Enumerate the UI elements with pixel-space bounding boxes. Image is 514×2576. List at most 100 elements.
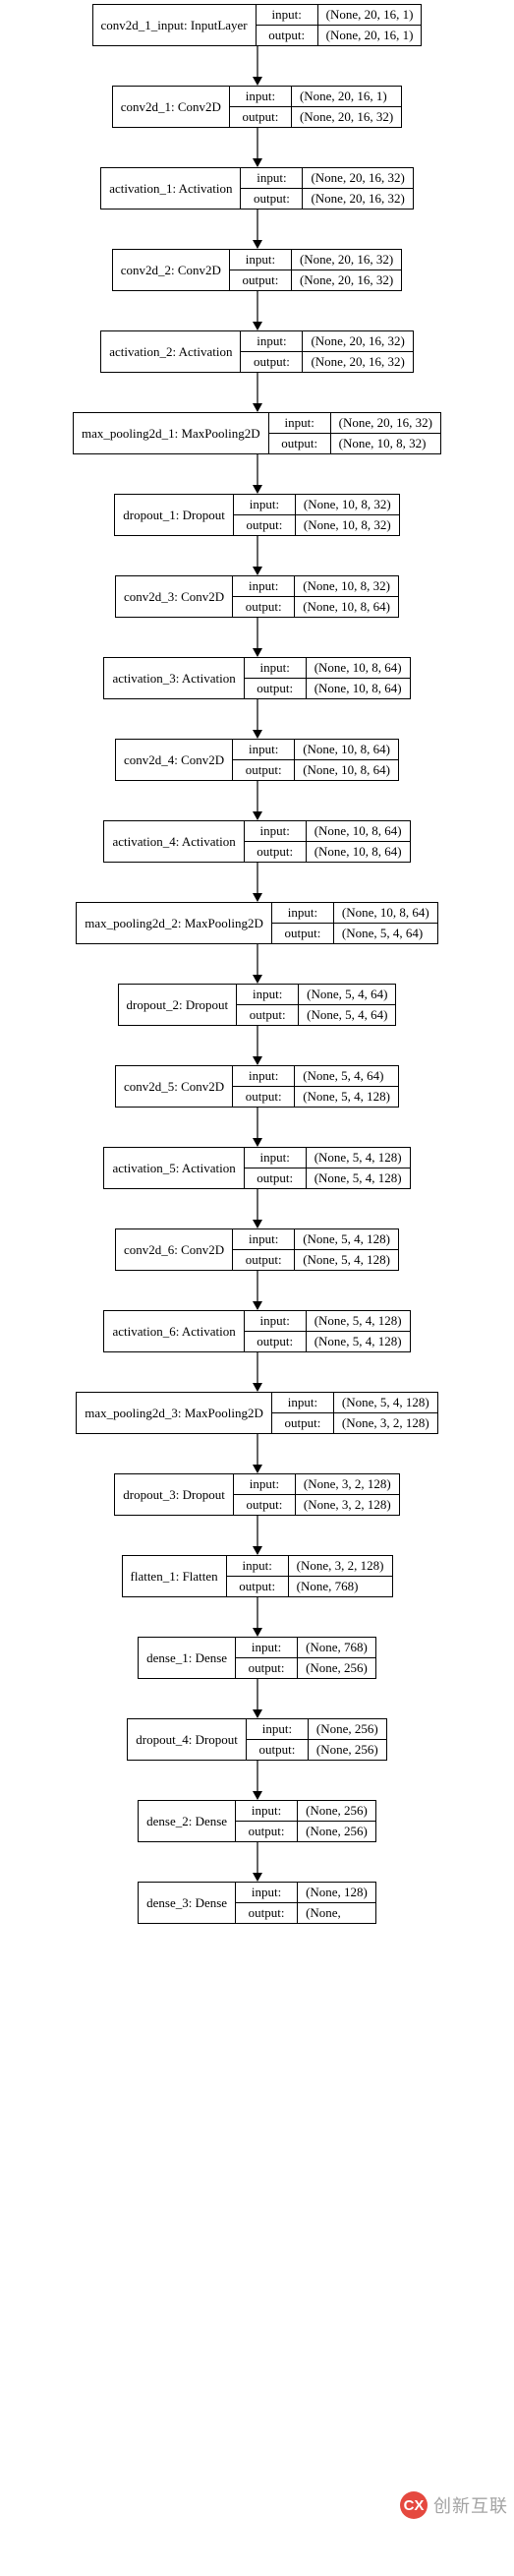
input-shape: (None, 20, 16, 1) bbox=[292, 87, 395, 106]
input-label: input: bbox=[257, 5, 318, 25]
output-label: output: bbox=[245, 679, 307, 698]
input-shape: (None, 768) bbox=[298, 1638, 375, 1657]
output-label: output: bbox=[257, 26, 318, 45]
input-shape: (None, 5, 4, 64) bbox=[295, 1066, 391, 1086]
input-label: input: bbox=[272, 903, 334, 923]
input-label: input: bbox=[269, 413, 331, 433]
layer-node: conv2d_1_input: InputLayerinput:(None, 2… bbox=[92, 4, 423, 46]
input-shape: (None, 5, 4, 128) bbox=[307, 1148, 410, 1168]
layer-name: dense_2: Dense bbox=[139, 1801, 236, 1841]
watermark: CX 创新互联 bbox=[400, 2491, 508, 2519]
output-shape: (None, bbox=[298, 1903, 349, 1923]
input-shape: (None, 10, 8, 64) bbox=[334, 903, 437, 923]
layer-name: conv2d_1: Conv2D bbox=[113, 87, 230, 127]
layer-name: conv2d_4: Conv2D bbox=[116, 740, 233, 780]
output-label: output: bbox=[230, 107, 292, 127]
output-shape: (None, 10, 8, 64) bbox=[307, 679, 410, 698]
layer-node: conv2d_5: Conv2Dinput:(None, 5, 4, 64)ou… bbox=[115, 1065, 399, 1108]
output-shape: (None, 5, 4, 64) bbox=[299, 1005, 395, 1025]
input-label: input: bbox=[230, 87, 292, 106]
output-shape: (None, 5, 4, 128) bbox=[307, 1168, 410, 1188]
input-label: input: bbox=[233, 576, 295, 596]
layer-name: activation_4: Activation bbox=[104, 821, 244, 862]
input-shape: (None, 256) bbox=[298, 1801, 375, 1821]
output-shape: (None, 10, 8, 64) bbox=[295, 597, 398, 617]
layer-node: conv2d_3: Conv2Dinput:(None, 10, 8, 32)o… bbox=[115, 575, 399, 618]
output-label: output: bbox=[233, 597, 295, 617]
output-label: output: bbox=[272, 924, 334, 943]
output-shape: (None, 20, 16, 32) bbox=[292, 107, 401, 127]
layer-node: activation_4: Activationinput:(None, 10,… bbox=[103, 820, 410, 863]
arrow-down-icon bbox=[257, 1434, 258, 1473]
output-label: output: bbox=[233, 760, 295, 780]
layer-name: dropout_2: Dropout bbox=[119, 985, 238, 1025]
input-label: input: bbox=[245, 658, 307, 678]
output-label: output: bbox=[236, 1903, 298, 1923]
output-shape: (None, 10, 8, 64) bbox=[295, 760, 398, 780]
arrow-down-icon bbox=[257, 1597, 258, 1637]
input-shape: (None, 20, 16, 32) bbox=[303, 168, 412, 188]
input-label: input: bbox=[233, 1066, 295, 1086]
layer-name: max_pooling2d_2: MaxPooling2D bbox=[77, 903, 272, 943]
layer-node: activation_2: Activationinput:(None, 20,… bbox=[100, 330, 414, 373]
watermark-logo-icon: CX bbox=[400, 2491, 428, 2519]
input-shape: (None, 10, 8, 32) bbox=[295, 576, 398, 596]
layer-name: max_pooling2d_1: MaxPooling2D bbox=[74, 413, 269, 453]
input-shape: (None, 5, 4, 128) bbox=[295, 1229, 398, 1249]
layer-name: conv2d_5: Conv2D bbox=[116, 1066, 233, 1107]
arrow-down-icon bbox=[257, 1189, 258, 1228]
input-label: input: bbox=[233, 740, 295, 759]
output-label: output: bbox=[236, 1822, 298, 1841]
arrow-down-icon bbox=[257, 1761, 258, 1800]
input-label: input: bbox=[236, 1801, 298, 1821]
input-shape: (None, 3, 2, 128) bbox=[289, 1556, 392, 1576]
arrow-down-icon bbox=[257, 128, 258, 167]
input-shape: (None, 10, 8, 64) bbox=[295, 740, 398, 759]
input-shape: (None, 128) bbox=[298, 1883, 375, 1902]
layer-name: conv2d_2: Conv2D bbox=[113, 250, 230, 290]
output-label: output: bbox=[233, 1087, 295, 1107]
output-label: output: bbox=[241, 189, 303, 209]
layer-node: dropout_4: Dropoutinput:(None, 256)outpu… bbox=[127, 1718, 386, 1761]
layer-name: max_pooling2d_3: MaxPooling2D bbox=[77, 1393, 272, 1433]
output-shape: (None, 20, 16, 1) bbox=[318, 26, 422, 45]
output-label: output: bbox=[234, 515, 296, 535]
layer-name: activation_2: Activation bbox=[101, 331, 241, 372]
input-shape: (None, 5, 4, 128) bbox=[307, 1311, 410, 1331]
arrow-down-icon bbox=[257, 536, 258, 575]
layer-name: activation_6: Activation bbox=[104, 1311, 244, 1351]
output-label: output: bbox=[234, 1495, 296, 1515]
input-shape: (None, 20, 16, 1) bbox=[318, 5, 422, 25]
model-graph: conv2d_1_input: InputLayerinput:(None, 2… bbox=[5, 4, 509, 1924]
arrow-down-icon bbox=[257, 944, 258, 984]
output-shape: (None, 5, 4, 64) bbox=[334, 924, 430, 943]
output-shape: (None, 20, 16, 32) bbox=[292, 270, 401, 290]
output-shape: (None, 256) bbox=[298, 1822, 375, 1841]
output-shape: (None, 256) bbox=[309, 1740, 386, 1760]
input-shape: (None, 10, 8, 64) bbox=[307, 821, 410, 841]
input-shape: (None, 20, 16, 32) bbox=[331, 413, 440, 433]
output-shape: (None, 5, 4, 128) bbox=[295, 1087, 398, 1107]
arrow-down-icon bbox=[257, 291, 258, 330]
output-label: output: bbox=[247, 1740, 309, 1760]
arrow-down-icon bbox=[257, 699, 258, 739]
input-shape: (None, 5, 4, 128) bbox=[334, 1393, 437, 1412]
input-label: input: bbox=[245, 1311, 307, 1331]
arrow-down-icon bbox=[257, 781, 258, 820]
output-shape: (None, 20, 16, 32) bbox=[303, 189, 412, 209]
input-label: input: bbox=[241, 331, 303, 351]
output-label: output: bbox=[233, 1250, 295, 1270]
output-shape: (None, 5, 4, 128) bbox=[307, 1332, 410, 1351]
layer-node: dropout_2: Dropoutinput:(None, 5, 4, 64)… bbox=[118, 984, 397, 1026]
layer-name: dropout_4: Dropout bbox=[128, 1719, 247, 1760]
input-label: input: bbox=[227, 1556, 289, 1576]
input-shape: (None, 10, 8, 32) bbox=[296, 495, 399, 514]
arrow-down-icon bbox=[257, 1679, 258, 1718]
layer-name: conv2d_1_input: InputLayer bbox=[93, 5, 257, 45]
output-label: output: bbox=[245, 1168, 307, 1188]
input-label: input: bbox=[233, 1229, 295, 1249]
layer-node: max_pooling2d_1: MaxPooling2Dinput:(None… bbox=[73, 412, 441, 454]
arrow-down-icon bbox=[257, 46, 258, 86]
arrow-down-icon bbox=[257, 1271, 258, 1310]
arrow-down-icon bbox=[257, 1026, 258, 1065]
